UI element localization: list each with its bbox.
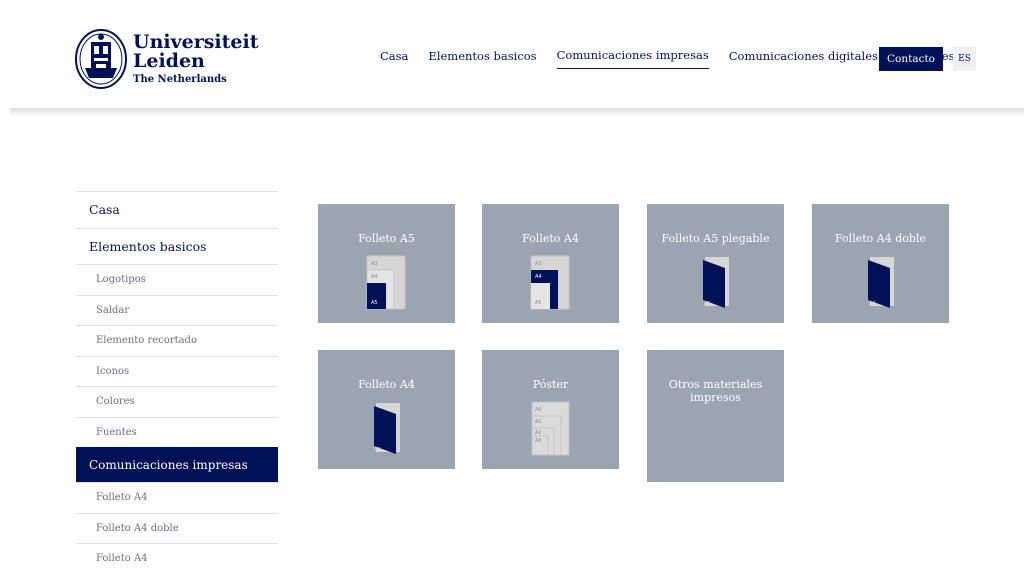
size-label-a5: A5 [371,300,378,306]
nav-comunicaciones-digitales[interactable]: Comunicaciones digitales [729,49,878,69]
folded-brochure-icon: A4 [374,403,400,454]
nav-comunicaciones-impresas[interactable]: Comunicaciones impresas [556,48,709,69]
sidebar-item-iconos[interactable]: Iconos [76,355,278,387]
logo-line-3: The Netherlands [133,74,227,85]
paper-sizes-icon: A3 A4 A5 [366,255,406,310]
sidebar-item-fuentes[interactable]: Fuentes [76,416,278,448]
sidebar-item-elementos-basicos[interactable]: Elementos basicos [76,227,278,265]
sidebar-item-logotipos[interactable]: Logotipos [76,264,278,295]
folded-brochure-icon: A4 [868,257,894,308]
card-folleto-a5[interactable]: Folleto A5 A3 A4 A5 [318,204,455,323]
paper-sizes-icon: A3 A4 A5 [530,255,570,310]
size-label-a2: A2 [535,430,542,436]
sidebar-item-casa[interactable]: Casa [76,191,278,228]
sidebar-item-folleto-a4-2[interactable]: Folleto A4 [76,543,278,574]
site-header: Universiteit Leiden The Netherlands Casa… [0,0,1024,110]
card-folleto-a4-doble[interactable]: Folleto A4 doble A4 [812,204,949,323]
size-label-a1: A1 [535,419,542,425]
size-label-a3: A3 [535,438,542,444]
card-folleto-a5-plegable[interactable]: Folleto A5 plegable A5 [647,204,784,323]
size-label-a4: A4 [535,274,542,280]
sidebar-item-folleto-a4-doble[interactable]: Folleto A4 doble [76,512,278,544]
nav-elementos-basicos[interactable]: Elementos basicos [428,49,536,69]
university-logo[interactable]: Universiteit Leiden The Netherlands [75,28,259,90]
language-button[interactable]: ES [953,47,976,71]
size-label-a4: A4 [374,447,381,453]
size-label-a0: A0 [535,407,542,413]
size-label-a4: A4 [371,274,378,280]
size-label-a5: A5 [704,301,711,307]
sidebar-item-colores[interactable]: Colores [76,386,278,417]
poster-sizes-icon: A0 A1 A2 A3 [531,401,570,456]
card-folleto-a4[interactable]: Folleto A4 A3 A4 A5 [482,204,619,323]
card-title: Otros materiales impresos [668,378,763,404]
sidebar-item-comunicaciones-impresas[interactable]: Comunicaciones impresas [76,447,278,482]
leiden-seal-icon [75,29,127,89]
sidebar-item-folleto-a4[interactable]: Folleto A4 [76,482,278,513]
size-label-a3: A3 [535,261,542,267]
folded-brochure-icon: A5 [703,257,729,308]
card-poster[interactable]: Póster A0 A1 A2 A3 [482,350,619,469]
header-shadow [10,108,1024,116]
size-label-a5: A5 [535,300,542,306]
sidebar-item-saldar[interactable]: Saldar [76,294,278,326]
sidebar-item-elemento-recortado[interactable]: Elemento recortado [76,325,278,356]
card-otros-materiales-impresos[interactable]: Otros materiales impresos [647,350,784,482]
contact-button[interactable]: Contacto [879,47,943,71]
size-label-a4: A4 [869,301,876,307]
card-folleto-a4-folded[interactable]: Folleto A4 A4 [318,350,455,469]
size-label-a3: A3 [371,261,378,267]
nav-casa[interactable]: Casa [380,49,408,69]
sidebar-nav: Casa Elementos basicos Logotipos Saldar … [76,191,278,574]
logo-line-2: Leiden [133,50,205,72]
logo-wordmark: Universiteit Leiden The Netherlands [133,33,259,85]
